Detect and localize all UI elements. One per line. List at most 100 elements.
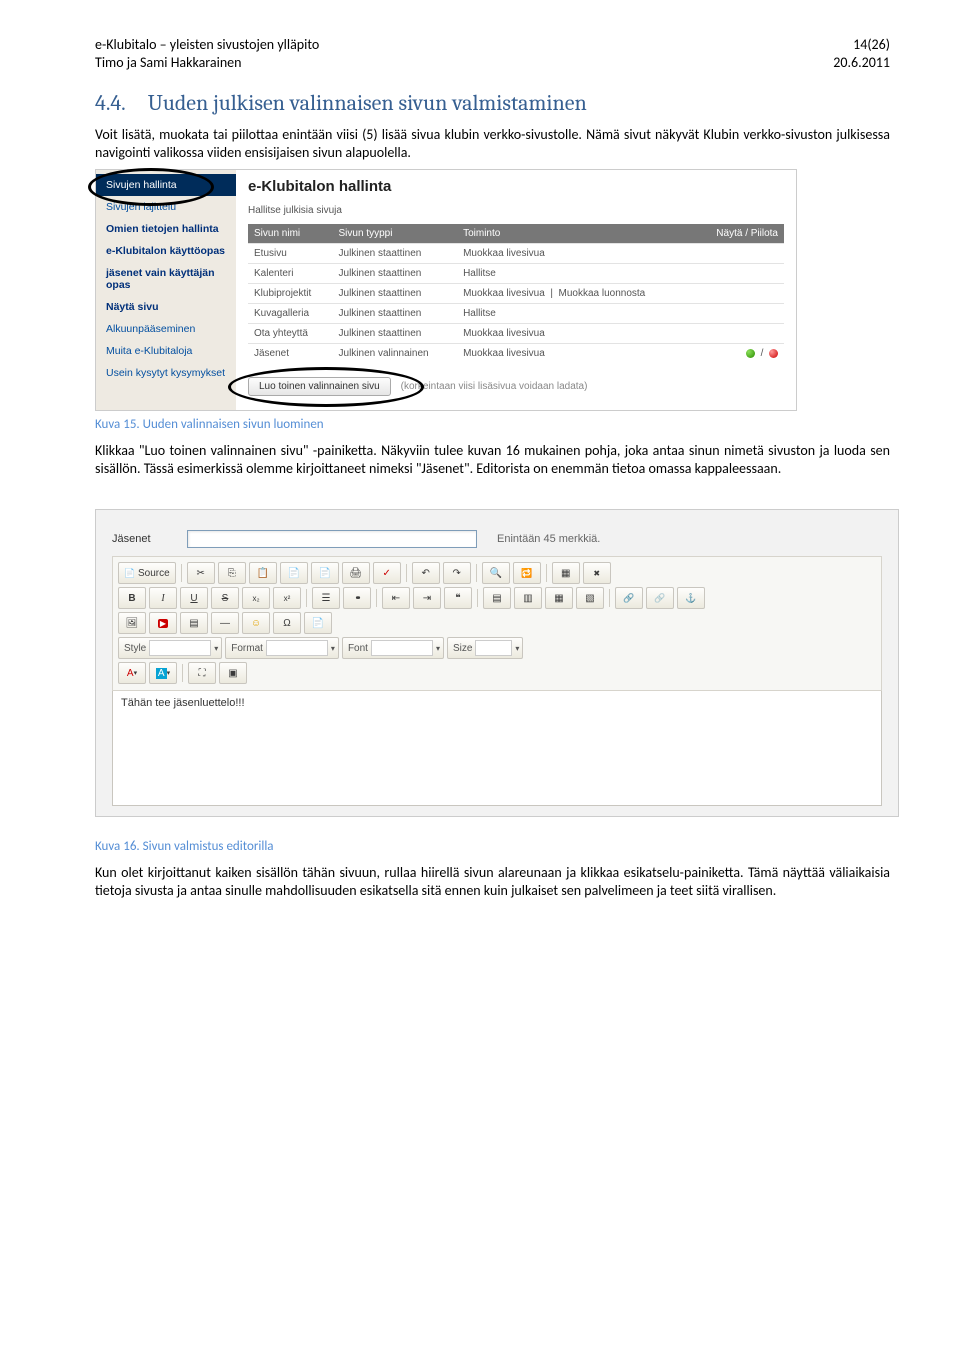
find-icon[interactable] [482, 562, 510, 584]
hr-icon[interactable] [211, 612, 239, 634]
header-title: e-Klubitalo – yleisten sivustojen ylläpi… [95, 36, 319, 54]
source-button[interactable]: Source [118, 562, 176, 584]
col-toiminto: Toiminto [457, 224, 694, 244]
editor-content[interactable]: Tähän tee jäsenluettelo!!! [112, 691, 882, 806]
sidebar-item-sivujen-hallinta[interactable]: Sivujen hallinta [96, 174, 236, 196]
section-heading: 4.4.Uuden julkisen valinnaisen sivun val… [95, 90, 890, 116]
subscript-icon[interactable] [242, 587, 270, 609]
bold-icon[interactable] [118, 587, 146, 609]
flash-icon[interactable] [149, 612, 177, 634]
copy-icon[interactable] [218, 562, 246, 584]
visibility-toggle[interactable]: / [746, 348, 778, 359]
blockquote-icon[interactable] [444, 587, 472, 609]
image-icon[interactable] [118, 612, 146, 634]
cut-icon[interactable] [187, 562, 215, 584]
special-char-icon[interactable] [273, 612, 301, 634]
anchor-icon[interactable] [677, 587, 705, 609]
underline-icon[interactable] [180, 587, 208, 609]
link-hallitse[interactable]: Hallitse [463, 308, 496, 319]
font-select[interactable]: Font▾ [342, 637, 444, 659]
style-select[interactable]: Style▾ [118, 637, 222, 659]
outdent-icon[interactable] [382, 587, 410, 609]
print-icon[interactable] [342, 562, 370, 584]
table-row: Etusivu Julkinen staattinen Muokkaa live… [248, 244, 784, 264]
figure-16-caption: Kuva 16. Sivun valmistus editorilla [95, 839, 890, 854]
paragraph-3: Kun olet kirjoittanut kaiken sisällön tä… [95, 864, 890, 899]
align-left-icon[interactable] [483, 587, 511, 609]
select-all-icon[interactable] [552, 562, 580, 584]
link-muokkaa-luonnosta[interactable]: Muokkaa luonnosta [559, 288, 646, 299]
remove-format-icon[interactable] [583, 562, 611, 584]
superscript-icon[interactable] [273, 587, 301, 609]
panel-title: e-Klubitalon hallinta [248, 178, 784, 195]
size-select[interactable]: Size▾ [447, 637, 523, 659]
replace-icon[interactable] [513, 562, 541, 584]
italic-icon[interactable] [149, 587, 177, 609]
sidebar-item-kayttoopas[interactable]: e-Klubitalon käyttöopas [96, 240, 236, 262]
section-number: 4.4. [95, 90, 126, 116]
header-authors: Timo ja Sami Hakkarainen [95, 54, 319, 72]
link-hallitse[interactable]: Hallitse [463, 268, 496, 279]
paste-icon[interactable] [249, 562, 277, 584]
sidebar-item-alkuunpaaseminen[interactable]: Alkuunpääseminen [96, 318, 236, 340]
redo-icon[interactable] [443, 562, 471, 584]
table-icon[interactable] [180, 612, 208, 634]
bg-color-icon[interactable]: ▾ [149, 662, 177, 684]
show-icon [746, 349, 755, 358]
page-header: e-Klubitalo – yleisten sivustojen ylläpi… [95, 36, 890, 72]
header-page: 14(26) [833, 36, 890, 54]
align-right-icon[interactable] [545, 587, 573, 609]
sidebar-item-omien-tietojen[interactable]: Omien tietojen hallinta [96, 218, 236, 240]
page-break-icon[interactable] [304, 612, 332, 634]
sidebar: Sivujen hallinta Sivujen lajittelu Omien… [96, 170, 236, 410]
paragraph-2: Klikkaa "Luo toinen valinnainen sivu" -p… [95, 442, 890, 477]
name-hint: Enintään 45 merkkiä. [497, 533, 600, 545]
strike-icon[interactable] [211, 587, 239, 609]
table-row: Kalenteri Julkinen staattinen Hallitse [248, 264, 784, 284]
page-name-input[interactable] [187, 530, 477, 548]
sidebar-item-jasenet-opas[interactable]: jäsenet vain käyttäjän opas [96, 262, 236, 296]
table-row: Kuvagalleria Julkinen staattinen Hallits… [248, 304, 784, 324]
pages-table: Sivun nimi Sivun tyyppi Toiminto Näytä /… [248, 224, 784, 363]
smiley-icon[interactable] [242, 612, 270, 634]
unordered-list-icon[interactable] [343, 587, 371, 609]
table-row: Ota yhteyttä Julkinen staattinen Muokkaa… [248, 324, 784, 344]
name-field-label: Jäsenet [112, 533, 167, 545]
col-nayta-piilota: Näytä / Piilota [694, 224, 784, 244]
figure-15-caption: Kuva 15. Uuden valinnaisen sivun luomine… [95, 417, 890, 432]
align-justify-icon[interactable] [576, 587, 604, 609]
link-muokkaa[interactable]: Muokkaa livesivua [463, 348, 545, 359]
col-sivun-tyyppi: Sivun tyyppi [333, 224, 458, 244]
screenshot-admin-panel: Sivujen hallinta Sivujen lajittelu Omien… [95, 169, 797, 411]
col-sivun-nimi: Sivun nimi [248, 224, 333, 244]
maximize-icon[interactable] [188, 662, 216, 684]
link-muokkaa[interactable]: Muokkaa livesivua [463, 288, 545, 299]
link-muokkaa[interactable]: Muokkaa livesivua [463, 328, 545, 339]
paste-word-icon[interactable] [311, 562, 339, 584]
hide-icon [769, 349, 778, 358]
undo-icon[interactable] [412, 562, 440, 584]
link-icon[interactable] [615, 587, 643, 609]
sidebar-item-label: Sivujen hallinta [106, 179, 177, 191]
text-color-icon[interactable]: ▾ [118, 662, 146, 684]
create-hint: (korkeintaan viisi lisäsivua voidaan lad… [401, 381, 588, 392]
sidebar-item-muita-klubitaloja[interactable]: Muita e-Klubitaloja [96, 340, 236, 362]
editor-toolbar: Source [112, 556, 882, 691]
spellcheck-icon[interactable] [373, 562, 401, 584]
paste-text-icon[interactable] [280, 562, 308, 584]
panel-subtitle: Hallitse julkisia sivuja [248, 205, 784, 216]
align-center-icon[interactable] [514, 587, 542, 609]
create-optional-page-button[interactable]: Luo toinen valinnainen sivu [248, 377, 391, 396]
format-select[interactable]: Format▾ [225, 637, 339, 659]
indent-icon[interactable] [413, 587, 441, 609]
show-blocks-icon[interactable] [219, 662, 247, 684]
link-muokkaa[interactable]: Muokkaa livesivua [463, 248, 545, 259]
header-date: 20.6.2011 [833, 54, 890, 72]
ordered-list-icon[interactable] [312, 587, 340, 609]
sidebar-item-ukk[interactable]: Usein kysytyt kysymykset [96, 362, 236, 384]
sidebar-item-nayta-sivu[interactable]: Näytä sivu [96, 296, 236, 318]
screenshot-editor: Jäsenet Enintään 45 merkkiä. Source [95, 509, 899, 817]
unlink-icon[interactable] [646, 587, 674, 609]
sidebar-item-sivujen-lajittelu[interactable]: Sivujen lajittelu [96, 196, 236, 218]
editor-text: Tähän tee jäsenluettelo!!! [121, 697, 245, 709]
